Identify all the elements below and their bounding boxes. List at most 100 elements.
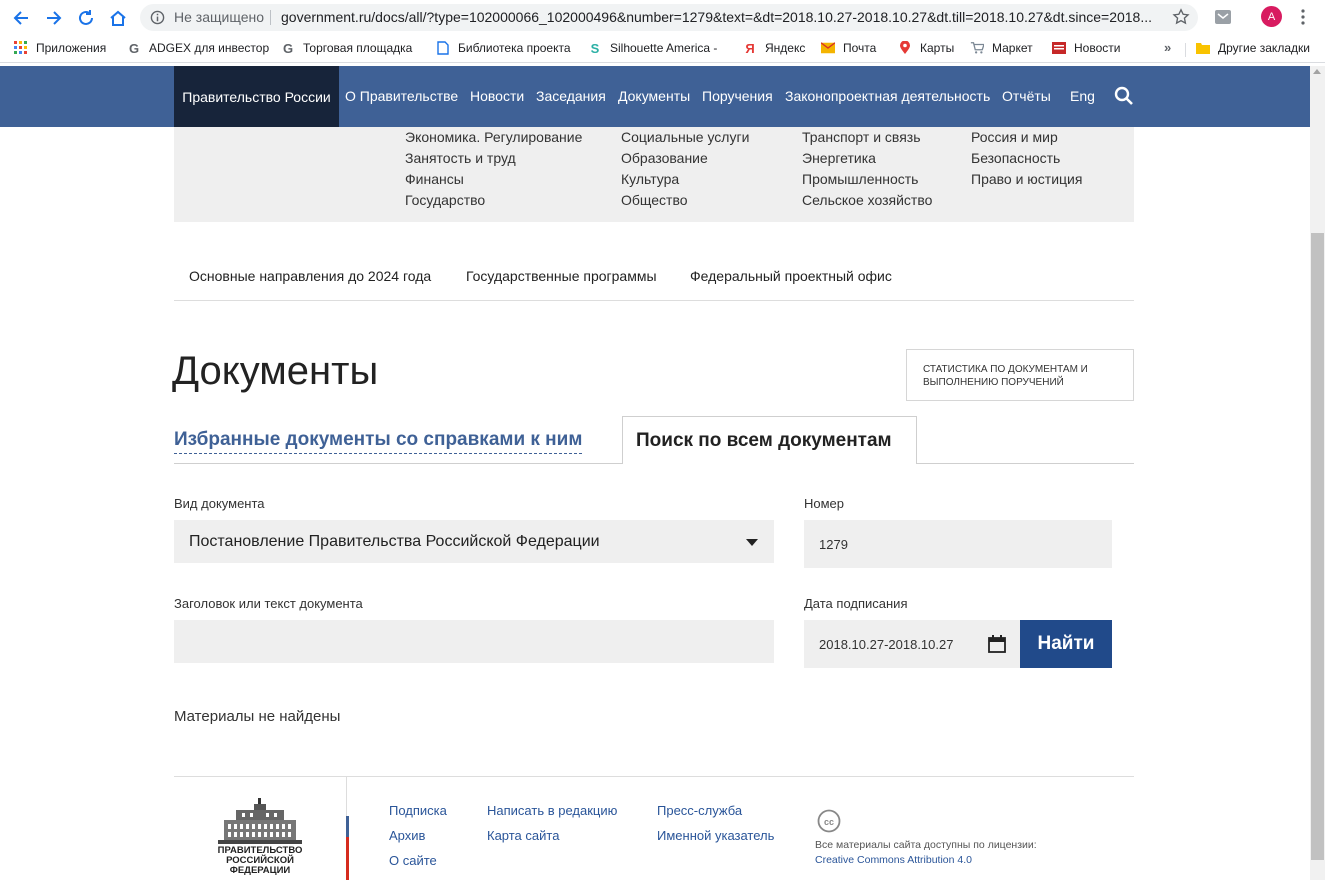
scroll-up-arrow-icon[interactable] bbox=[1313, 69, 1321, 74]
bookmarks-bar: Приложения G ADGEX для инвестор G Торгов… bbox=[0, 35, 1325, 63]
tab-border bbox=[917, 463, 1134, 464]
reload-icon[interactable] bbox=[74, 6, 98, 30]
topic-link[interactable]: Занятость и труд bbox=[405, 150, 516, 166]
date-label: Дата подписания bbox=[804, 596, 908, 611]
footer-divider bbox=[174, 776, 1134, 777]
menu-kebab-icon[interactable] bbox=[1298, 9, 1308, 25]
forward-icon[interactable] bbox=[42, 6, 66, 30]
doc-type-value: Постановление Правительства Российской Ф… bbox=[189, 533, 600, 550]
caret-down-icon bbox=[746, 539, 758, 546]
topic-link[interactable]: Транспорт и связь bbox=[802, 129, 921, 145]
nav-home[interactable]: Правительство России bbox=[174, 66, 339, 127]
back-icon[interactable] bbox=[9, 6, 33, 30]
bookmark-market[interactable]: Маркет bbox=[970, 41, 1033, 55]
doc-type-select[interactable]: Постановление Правительства Российской Ф… bbox=[174, 520, 774, 563]
bookmark-label: Маркет bbox=[992, 41, 1033, 55]
bookmark-label: Silhouette America - bbox=[610, 41, 718, 55]
yandex-icon: Я bbox=[745, 40, 755, 56]
flag-stripe-blue bbox=[346, 816, 349, 837]
license-text: Все материалы сайта доступны по лицензии… bbox=[815, 839, 1037, 851]
calendar-icon[interactable] bbox=[987, 634, 1007, 654]
statistics-button[interactable]: Статистика по документам и выполнению по… bbox=[906, 349, 1134, 401]
footer-link-sitemap[interactable]: Карта сайта bbox=[487, 828, 559, 843]
nav-item-meetings[interactable]: Заседания bbox=[536, 88, 606, 104]
nav-item-legislation[interactable]: Законопроектная деятельность bbox=[785, 88, 990, 104]
footer-link-about[interactable]: О сайте bbox=[389, 853, 437, 868]
url-text[interactable]: government.ru/docs/all/?type=102000066_1… bbox=[281, 9, 1161, 25]
cart-icon bbox=[970, 41, 984, 55]
tab-search-all[interactable]: Поиск по всем документам bbox=[622, 416, 917, 464]
bookmark-yandex[interactable]: Я Яндекс bbox=[743, 40, 805, 56]
bookmark-label: Приложения bbox=[36, 41, 107, 55]
creative-commons-icon: cc bbox=[817, 809, 841, 833]
topic-link[interactable]: Энергетика bbox=[802, 150, 876, 166]
topic-link[interactable]: Россия и мир bbox=[971, 129, 1058, 145]
bookmarks-overflow-button[interactable]: » bbox=[1164, 40, 1171, 55]
news-icon bbox=[1052, 41, 1066, 55]
nav-item-english[interactable]: Eng bbox=[1070, 88, 1095, 104]
bookmark-marketplace[interactable]: G Торговая площадка bbox=[281, 40, 413, 56]
subnav-programs[interactable]: Государственные программы bbox=[466, 268, 657, 284]
bookmark-news[interactable]: Новости bbox=[1052, 41, 1120, 55]
footer-link-subscribe[interactable]: Подписка bbox=[389, 803, 447, 818]
topic-link[interactable]: Культура bbox=[621, 171, 679, 187]
subnav-project-office[interactable]: Федеральный проектный офис bbox=[690, 268, 892, 284]
nav-item-about[interactable]: О Правительстве bbox=[345, 88, 458, 104]
topic-link[interactable]: Право и юстиция bbox=[971, 171, 1082, 187]
topic-link[interactable]: Общество bbox=[621, 192, 688, 208]
info-icon[interactable] bbox=[150, 10, 165, 25]
bookmark-star-icon[interactable] bbox=[1172, 8, 1190, 26]
text-input[interactable] bbox=[174, 620, 774, 663]
topic-link[interactable]: Промышленность bbox=[802, 171, 918, 187]
tab-favorites[interactable]: Избранные документы со справками к ним bbox=[174, 429, 583, 454]
footer-link-press[interactable]: Пресс-служба bbox=[657, 803, 742, 818]
profile-avatar[interactable]: A bbox=[1261, 6, 1282, 27]
bookmark-other-folder[interactable]: Другие закладки bbox=[1196, 41, 1310, 55]
maps-icon bbox=[898, 41, 912, 55]
bookmark-library[interactable]: Библиотека проекта bbox=[436, 41, 571, 55]
topic-link[interactable]: Сельское хозяйство bbox=[802, 192, 932, 208]
footer-link-index[interactable]: Именной указатель bbox=[657, 828, 774, 843]
subnav-directions[interactable]: Основные направления до 2024 года bbox=[189, 268, 431, 284]
bookmarks-divider bbox=[1185, 43, 1186, 57]
bookmark-label: Новости bbox=[1074, 41, 1121, 55]
topic-link[interactable]: Финансы bbox=[405, 171, 464, 187]
nav-item-orders[interactable]: Поручения bbox=[702, 88, 773, 104]
topic-link[interactable]: Социальные услуги bbox=[621, 129, 749, 145]
license-link[interactable]: Creative Commons Attribution 4.0 bbox=[815, 854, 972, 866]
topic-link[interactable]: Образование bbox=[621, 150, 708, 166]
scrollbar-thumb[interactable] bbox=[1311, 233, 1324, 860]
footer-link-write[interactable]: Написать в редакцию bbox=[487, 803, 617, 818]
no-results-message: Материалы не найдены bbox=[174, 708, 341, 725]
find-button[interactable]: Найти bbox=[1020, 620, 1112, 668]
nav-item-documents[interactable]: Документы bbox=[618, 88, 690, 104]
bookmark-silhouette[interactable]: S Silhouette America - bbox=[588, 41, 718, 56]
mail-icon bbox=[821, 41, 835, 55]
search-icon[interactable] bbox=[1114, 86, 1134, 106]
flag-stripe-red bbox=[346, 837, 349, 880]
address-bar[interactable]: Не защищено government.ru/docs/all/?type… bbox=[140, 4, 1198, 31]
home-icon[interactable] bbox=[106, 6, 130, 30]
bookmark-label: Почта bbox=[843, 41, 877, 55]
bookmark-maps[interactable]: Карты bbox=[898, 41, 954, 55]
bookmark-apps[interactable]: Приложения bbox=[14, 41, 106, 55]
bookmark-adgex[interactable]: G ADGEX для инвестор bbox=[127, 41, 269, 56]
bookmark-label: Торговая площадка bbox=[303, 41, 413, 55]
topic-link[interactable]: Безопасность bbox=[971, 150, 1060, 166]
nav-item-news[interactable]: Новости bbox=[470, 88, 524, 104]
number-input[interactable]: 1279 bbox=[804, 520, 1112, 568]
topics-panel: Экономика. Регулирование Занятость и тру… bbox=[174, 127, 1134, 222]
g-icon: G bbox=[282, 40, 294, 56]
site-header: Правительство России О Правительстве Нов… bbox=[0, 66, 1310, 127]
doc-type-label: Вид документа bbox=[174, 496, 265, 511]
topic-link[interactable]: Государство bbox=[405, 192, 485, 208]
omnibox-divider bbox=[270, 10, 271, 25]
extension-icon[interactable] bbox=[1214, 8, 1232, 26]
footer-link-archive[interactable]: Архив bbox=[389, 828, 425, 843]
folder-icon bbox=[1196, 41, 1210, 55]
topic-link[interactable]: Экономика. Регулирование bbox=[405, 129, 582, 145]
nav-item-reports[interactable]: Отчёты bbox=[1002, 88, 1051, 104]
logo-caption: Правительство Российской Федерации bbox=[217, 845, 303, 876]
bookmark-mail[interactable]: Почта bbox=[821, 41, 876, 55]
bookmark-label: Другие закладки bbox=[1218, 41, 1310, 55]
